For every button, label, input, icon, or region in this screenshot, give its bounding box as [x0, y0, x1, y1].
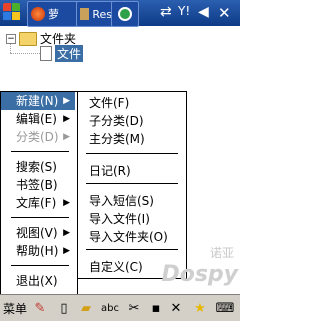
submenu-item-label: 导入短信(S): [89, 194, 154, 208]
delete-icon[interactable]: ✕: [166, 299, 186, 317]
menu-item-label: 退出(X): [16, 274, 58, 288]
submenu-item[interactable]: 文件(F): [78, 94, 184, 112]
submenu-arrow-icon: ▶: [63, 96, 70, 106]
signal-icon[interactable]: Y!: [178, 4, 190, 18]
taskbar: 萝 Res ⇄ Y! ◀ ✕: [0, 0, 240, 27]
tree-line: [10, 53, 40, 54]
submenu-arrow-icon: ▶: [63, 228, 70, 238]
tree-file-label: 文件: [55, 45, 84, 62]
sync-icon[interactable]: ⇄: [160, 4, 172, 20]
submenu-item[interactable]: 导入短信(S): [78, 192, 184, 210]
menu-separator: [86, 249, 178, 250]
save-icon[interactable]: ▪: [146, 299, 166, 317]
menu-item[interactable]: 书签(B): [1, 176, 75, 194]
watermark-logo: Dospy: [161, 262, 238, 287]
menu-item[interactable]: 新建(N) ▶: [1, 92, 75, 110]
menu-item-label: 帮助(H): [16, 244, 59, 258]
submenu-item-label: 自定义(C): [89, 260, 143, 274]
refresh-icon: [118, 7, 132, 21]
menu-item[interactable]: 编辑(E) ▶: [1, 110, 75, 128]
command-bar: 菜单 ✎ ▯ ▰ abc ✂ ▪ ✕ ★ ⌨: [0, 294, 240, 321]
menu-item[interactable]: 文库(F) ▶: [1, 194, 75, 212]
browser-icon: [31, 7, 45, 21]
submenu-arrow-icon: ▶: [63, 198, 70, 208]
menu-item[interactable]: 视图(V) ▶: [1, 224, 75, 242]
submenu-arrow-icon: ▶: [63, 132, 70, 142]
menu-item-label: 分类(D): [16, 130, 59, 144]
taskbar-app-2-label: Res: [92, 7, 112, 21]
folder-icon: [19, 31, 37, 46]
menu-item-label: 文库(F): [16, 196, 57, 210]
submenu-item-label: 导入文件夹(O): [89, 230, 168, 244]
submenu-item[interactable]: 导入文件夹(O): [78, 228, 184, 246]
menu-separator: [86, 153, 178, 154]
submenu-arrow-icon: ▶: [63, 114, 70, 124]
submenu-item-label: 文件(F): [89, 96, 130, 110]
menu-item-label: 新建(N): [16, 94, 59, 108]
res-icon: [80, 8, 90, 20]
menu-item[interactable]: 退出(X): [1, 272, 75, 290]
menu-item[interactable]: 帮助(H) ▶: [1, 242, 75, 260]
submenu-arrow-icon: ▶: [63, 246, 70, 256]
menu-separator: [11, 151, 69, 152]
menu-button[interactable]: 菜单: [2, 299, 28, 317]
menu-item[interactable]: 搜索(S): [1, 158, 75, 176]
open-folder-icon[interactable]: ▰: [76, 299, 96, 317]
taskbar-app-1-label: 萝: [48, 8, 59, 21]
tree-node-file[interactable]: 文件: [40, 45, 84, 62]
submenu-item[interactable]: 日记(R): [78, 162, 184, 180]
submenu-item-label: 主分类(M): [89, 132, 145, 146]
spellcheck-icon[interactable]: abc: [98, 299, 122, 317]
context-menu: 新建(N) ▶ 编辑(E) ▶ 分类(D) ▶ 搜索(S) 书签(B) 文库(F) ▶ 视图(V) ▶…: [0, 91, 78, 295]
favorite-icon[interactable]: ★: [190, 299, 210, 317]
document-icon: [40, 46, 52, 61]
menu-separator: [11, 265, 69, 266]
volume-icon[interactable]: ◀: [198, 4, 209, 20]
menu-separator: [86, 183, 178, 184]
menu-item: 分类(D) ▶: [1, 128, 75, 146]
menu-item-label: 书签(B): [16, 178, 58, 192]
menu-button-label: 菜单: [2, 301, 27, 316]
taskbar-app-2[interactable]: Res: [76, 1, 116, 27]
start-icon[interactable]: [3, 3, 21, 21]
keyboard-icon[interactable]: ⌨: [214, 299, 236, 317]
submenu-item[interactable]: 子分类(D): [78, 112, 184, 130]
menu-separator: [11, 217, 69, 218]
new-document-icon[interactable]: ▯: [54, 299, 74, 317]
menu-item-label: 编辑(E): [16, 112, 57, 126]
taskbar-app-3[interactable]: [111, 1, 139, 27]
watermark-cn: 诺亚: [209, 246, 234, 260]
close-icon[interactable]: ✕: [218, 4, 231, 22]
cut-icon[interactable]: ✂: [124, 299, 144, 317]
new-submenu: 文件(F) 子分类(D) 主分类(M) 日记(R) 导入短信(S) 导入文件(I) 导入文件…: [77, 91, 187, 279]
menu-item-label: 视图(V): [16, 226, 58, 240]
collapse-icon[interactable]: −: [6, 33, 16, 44]
submenu-item[interactable]: 导入文件(I): [78, 210, 184, 228]
submenu-item[interactable]: 主分类(M): [78, 130, 184, 148]
submenu-item-label: 子分类(D): [89, 114, 144, 128]
taskbar-app-1[interactable]: 萝: [27, 1, 81, 27]
submenu-item-label: 日记(R): [89, 164, 131, 178]
menu-item-label: 搜索(S): [16, 160, 57, 174]
submenu-item-label: 导入文件(I): [89, 212, 150, 226]
edit-icon[interactable]: ✎: [30, 299, 50, 317]
spellcheck-label: abc: [101, 302, 119, 314]
